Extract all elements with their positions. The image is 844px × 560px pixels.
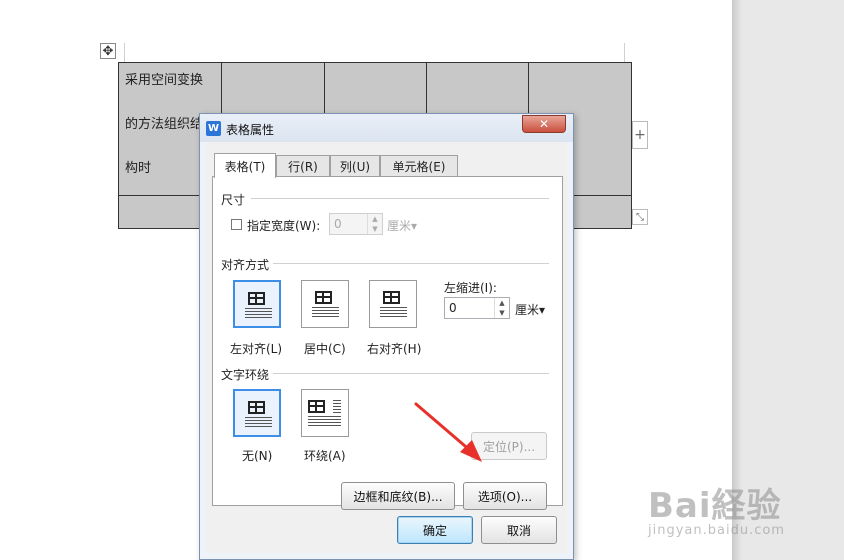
table-grid-icon xyxy=(383,291,400,304)
left-indent-spinner[interactable]: 0 ▲ ▼ xyxy=(444,297,510,319)
table-move-handle-icon[interactable]: ✥ xyxy=(100,43,116,59)
text-lines-icon xyxy=(245,417,272,429)
table-grid-icon xyxy=(248,401,265,414)
dialog-title: 表格属性 xyxy=(226,123,275,137)
ok-button[interactable]: 确定 xyxy=(397,516,473,544)
baidu-jingyan-watermark: Bai経验 jingyan.baidu.com xyxy=(648,478,785,538)
dialog-client-area: 表格(T) 行(R) 列(U) 单元格(E) 尺寸 指定宽度(W): 0 ▲ ▼ … xyxy=(206,142,567,553)
table-properties-dialog: W 表格属性 ✕ 表格(T) 行(R) 列(U) 单元格(E) 尺寸 指定宽度(… xyxy=(199,113,574,560)
tab-table[interactable]: 表格(T) xyxy=(214,153,276,178)
width-value: 0 xyxy=(334,217,342,231)
group-divider xyxy=(273,373,549,374)
text-lines-icon xyxy=(308,416,341,428)
wps-app-icon: W xyxy=(206,121,221,136)
tab-cell[interactable]: 单元格(E) xyxy=(380,155,458,177)
options-button[interactable]: 选项(O)... xyxy=(463,482,547,510)
watermark-url: jingyan.baidu.com xyxy=(648,523,785,538)
group-divider xyxy=(251,198,549,199)
watermark-logo: Bai経验 xyxy=(648,486,782,526)
indent-unit-dropdown[interactable]: 厘米▾ xyxy=(515,301,545,318)
align-left-label: 左对齐(L) xyxy=(230,342,283,356)
width-spinner[interactable]: 0 ▲ ▼ xyxy=(329,213,383,235)
table-guide-right xyxy=(624,43,625,62)
spinner-arrows-icon[interactable]: ▲ ▼ xyxy=(367,214,382,234)
wrap-around-label: 环绕(A) xyxy=(304,449,346,463)
align-center-option[interactable] xyxy=(301,280,349,328)
table-resize-handle-icon[interactable]: ⤡ xyxy=(632,209,648,225)
page-shadow xyxy=(732,0,742,560)
wrap-none-option[interactable] xyxy=(233,389,281,437)
spinner-arrows-icon[interactable]: ▲ ▼ xyxy=(494,298,509,318)
left-indent-label: 左缩进(I): xyxy=(444,281,497,295)
dialog-titlebar[interactable]: W 表格属性 ✕ xyxy=(200,114,573,142)
text-lines-icon xyxy=(312,307,339,319)
width-unit-dropdown[interactable]: 厘米▾ xyxy=(387,217,417,234)
size-group-label: 尺寸 xyxy=(221,191,250,208)
specify-width-label: 指定宽度(W): xyxy=(247,219,321,233)
wrap-lines-icon xyxy=(333,400,341,415)
red-arrow-annotation-icon xyxy=(414,402,482,462)
borders-shading-button[interactable]: 边框和底纹(B)... xyxy=(341,482,455,510)
alignment-group-label: 对齐方式 xyxy=(221,256,274,273)
tab-column[interactable]: 列(U) xyxy=(330,155,380,177)
add-column-button[interactable]: + xyxy=(632,121,648,149)
wrapping-group-label: 文字环绕 xyxy=(221,366,274,383)
cancel-button[interactable]: 取消 xyxy=(481,516,557,544)
align-left-option[interactable] xyxy=(233,280,281,328)
group-divider xyxy=(273,263,549,264)
tab-panel-table: 尺寸 指定宽度(W): 0 ▲▼ 厘米▾ 对齐方式 左对齐(L) 居中(C) xyxy=(212,176,563,510)
wrap-around-option[interactable] xyxy=(301,389,349,437)
text-lines-icon xyxy=(380,307,407,319)
table-grid-icon xyxy=(248,292,265,305)
align-right-option[interactable] xyxy=(369,280,417,328)
text-lines-icon xyxy=(245,308,272,320)
table-grid-icon xyxy=(315,291,332,304)
wrap-none-label: 无(N) xyxy=(242,449,273,463)
left-indent-value: 0 xyxy=(449,301,457,315)
align-center-label: 居中(C) xyxy=(304,342,346,356)
close-button[interactable]: ✕ xyxy=(522,115,566,133)
table-grid-icon xyxy=(308,400,325,413)
specify-width-checkbox[interactable] xyxy=(231,219,242,230)
tab-row[interactable]: 行(R) xyxy=(276,155,330,177)
align-right-label: 右对齐(H) xyxy=(367,342,422,356)
